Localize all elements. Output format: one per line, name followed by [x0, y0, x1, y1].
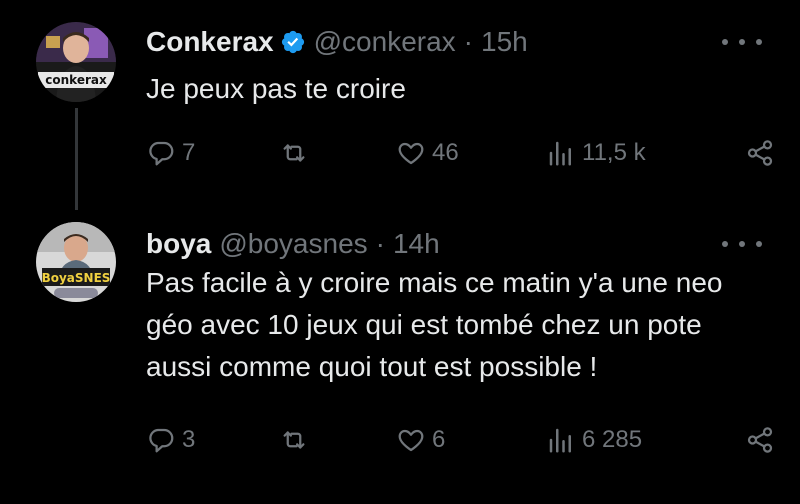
share-icon [747, 140, 773, 166]
like-button[interactable]: 46 [396, 138, 546, 168]
action-bar: 7 46 11,5 k [146, 133, 776, 173]
separator-dot: · [375, 228, 385, 259]
avatar-text: BoyaSNES [42, 271, 111, 285]
heart-icon [398, 429, 424, 452]
thread-line [75, 108, 78, 210]
reply-button[interactable]: 3 [146, 425, 278, 455]
action-bar: 3 6 6 285 [146, 420, 776, 460]
retweet-icon [283, 144, 305, 162]
verified-badge-icon [280, 29, 306, 55]
timestamp[interactable]: 14h [393, 228, 440, 260]
view-count: 11,5 k [582, 139, 646, 166]
more-icon[interactable] [722, 232, 762, 256]
retweet-icon [283, 431, 305, 449]
views-icon [549, 141, 571, 166]
avatar[interactable]: BoyaSNES [36, 222, 116, 302]
like-count: 46 [432, 139, 459, 166]
share-icon [747, 427, 773, 453]
reply-count: 7 [182, 139, 196, 166]
views-icon [549, 428, 571, 453]
heart-icon [398, 142, 424, 165]
retweet-button[interactable] [278, 138, 396, 168]
display-name[interactable]: Conkerax [146, 26, 274, 58]
like-count: 6 [432, 426, 446, 453]
reply-button[interactable]: 7 [146, 138, 278, 168]
handle[interactable]: @conkerax [314, 26, 456, 58]
separator-dot: · [463, 26, 473, 57]
tweet-text: Je peux pas te croire [146, 73, 406, 104]
reply-count: 3 [182, 426, 196, 453]
tweet-boya[interactable]: BoyaSNES boya @boyasnes · 14h Pas facile… [0, 210, 800, 504]
avatar-text: conkerax [45, 73, 107, 87]
share-button[interactable] [744, 138, 776, 168]
tweet-header: Conkerax @conkerax · 15h [146, 22, 528, 62]
share-button[interactable] [744, 425, 776, 455]
views-button[interactable]: 6 285 [546, 425, 726, 455]
handle[interactable]: @boyasnes [219, 228, 367, 260]
reply-icon [149, 428, 174, 453]
retweet-button[interactable] [278, 425, 396, 455]
views-button[interactable]: 11,5 k [546, 138, 726, 168]
display-name[interactable]: boya [146, 228, 211, 260]
like-button[interactable]: 6 [396, 425, 546, 455]
reply-icon [149, 141, 174, 166]
timestamp[interactable]: 15h [481, 26, 528, 58]
more-icon[interactable] [722, 30, 762, 54]
tweet-header: boya @boyasnes · 14h [146, 224, 440, 264]
tweet-text: Pas facile à y croire mais ce matin y'a … [146, 267, 723, 382]
view-count: 6 285 [582, 426, 643, 453]
tweet-conkerax[interactable]: conkerax Conkerax @conkerax · 15h Je peu… [0, 0, 800, 210]
avatar[interactable]: conkerax [36, 22, 116, 102]
